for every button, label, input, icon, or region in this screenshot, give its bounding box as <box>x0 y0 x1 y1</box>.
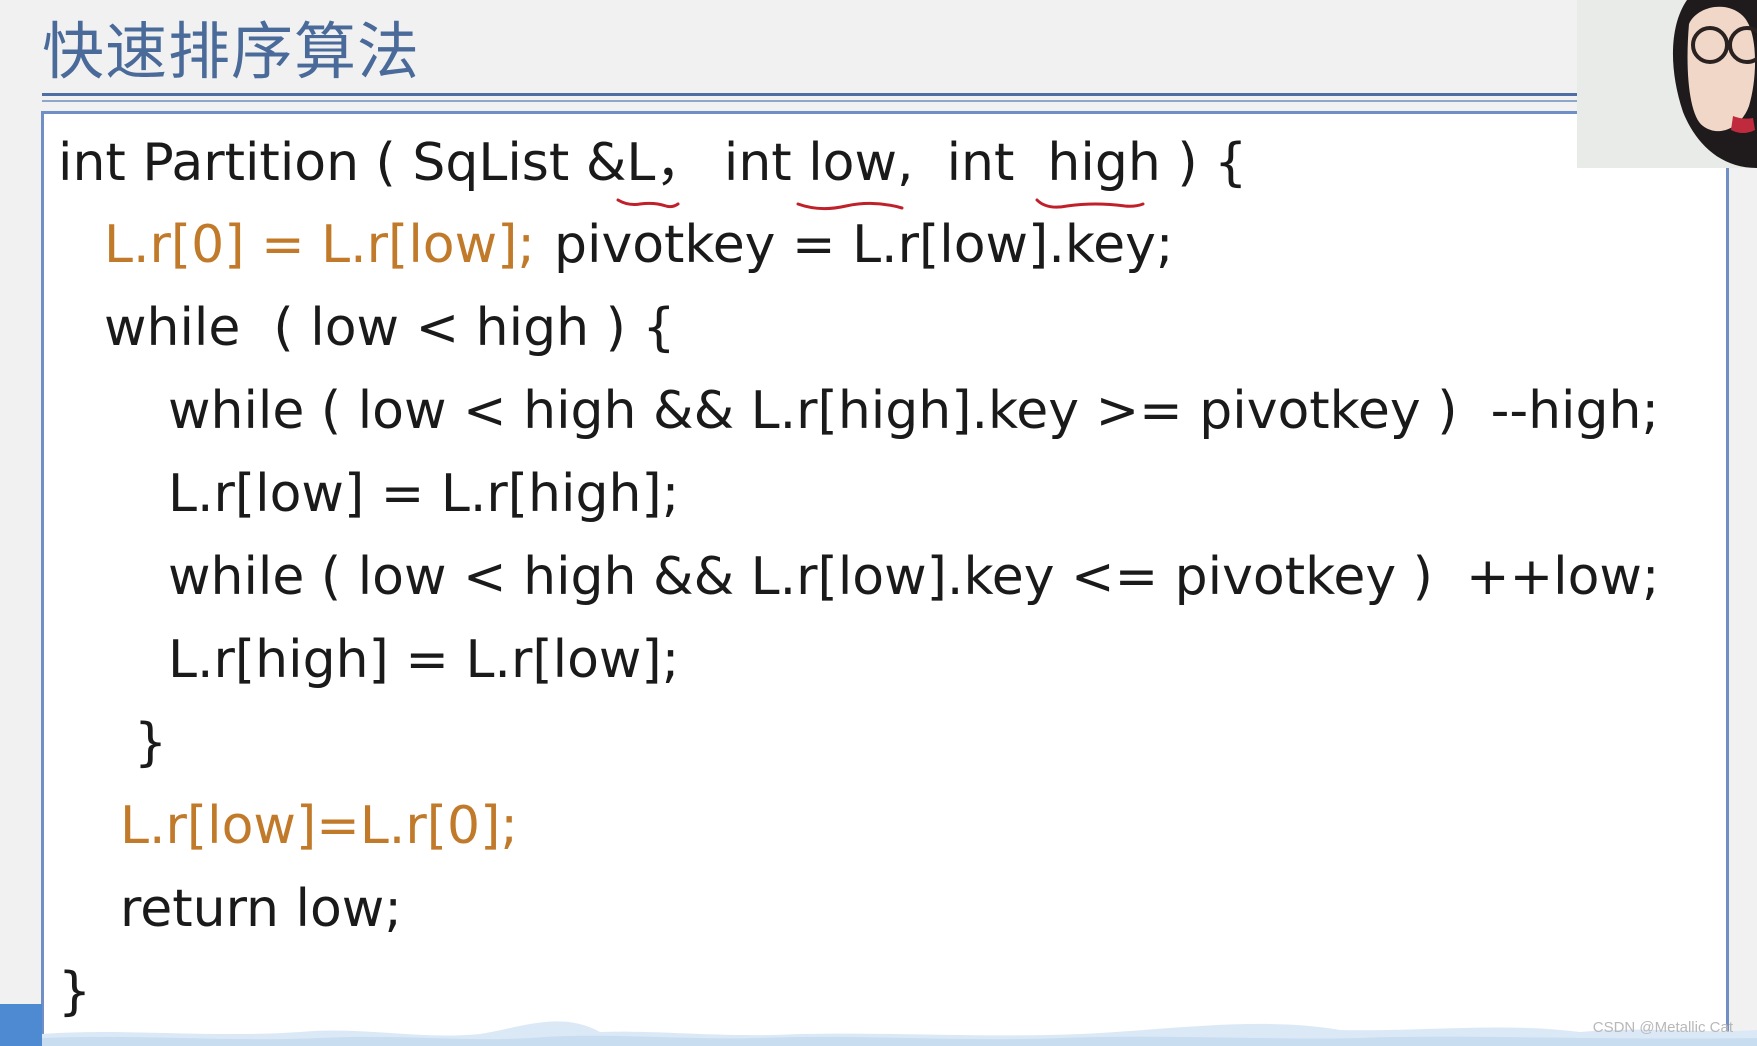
presenter-icon <box>1577 0 1757 168</box>
code-box: int Partition ( SqList &L， int low, int … <box>41 111 1729 1046</box>
code-line-signature: int Partition ( SqList &L， int low, int … <box>58 133 1248 193</box>
webcam-overlay <box>1577 0 1757 168</box>
code-line-pivotkey: pivotkey = L.r[low].key; <box>554 215 1174 275</box>
code-line-return: return low; <box>120 879 402 939</box>
code-line-assign-high: L.r[high] = L.r[low]; <box>168 630 680 690</box>
slide-title: 快速排序算法 <box>42 15 421 88</box>
annotation-underline-l <box>616 198 680 209</box>
code-line-outer-while: while ( low < high ) { <box>104 298 676 358</box>
code-line-assign-low: L.r[low] = L.r[high]; <box>168 464 680 524</box>
code-line-close-function: } <box>58 962 92 1022</box>
code-line-while-high: while ( low < high && L.r[high].key >= p… <box>168 381 1659 441</box>
title-rule <box>42 93 1577 96</box>
scrollbar-area <box>1729 168 1757 1046</box>
annotation-underline-low <box>796 201 904 211</box>
code-line-restore-pivot: L.r[low]=L.r[0]; <box>120 796 518 856</box>
watermark: CSDN @Metallic Cat <box>1592 1019 1733 1036</box>
title-rule-secondary <box>42 100 1577 102</box>
code-line-init-r0: L.r[0] = L.r[low]; <box>104 215 535 275</box>
code-line-while-low: while ( low < high && L.r[low].key <= pi… <box>168 547 1660 607</box>
annotation-underline-high <box>1035 198 1145 209</box>
code-line-close-while: } <box>134 713 168 773</box>
